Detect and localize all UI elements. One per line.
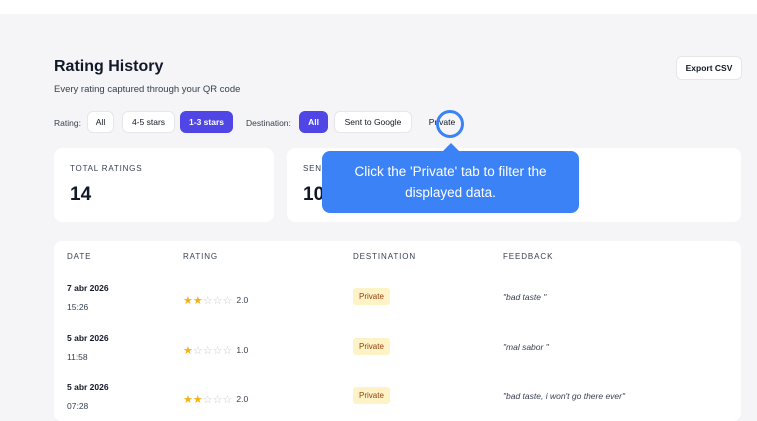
destination-filter-sent-to-google[interactable]: Sent to Google [334, 111, 412, 133]
stars: ★★☆☆☆ [183, 390, 232, 408]
export-csv-button[interactable]: Export CSV [676, 56, 742, 80]
table-row[interactable]: 7 abr 2026 15:26 ★★☆☆☆ 2.0 Private "bad … [54, 283, 741, 332]
page-subtitle: Every rating captured through your QR co… [54, 84, 241, 95]
star-rating: ★★☆☆☆ 2.0 [183, 291, 248, 309]
destination-badge: Private [353, 288, 390, 305]
destination-filter-all[interactable]: All [299, 111, 328, 133]
stars: ★★☆☆☆ [183, 291, 232, 309]
row-feedback: "bad taste, i won't go there ever" [503, 391, 626, 401]
stat-card-total-ratings: TOTAL RATINGS 14 [54, 148, 274, 222]
star-empty-icon: ☆ [202, 295, 213, 307]
page-title: Rating History [54, 58, 164, 75]
column-header-rating: RATING [183, 252, 219, 261]
star-empty-icon: ☆ [202, 345, 213, 357]
row-time: 15:26 [67, 302, 89, 312]
destination-badge: Private [353, 387, 390, 404]
star-empty-icon: ☆ [222, 394, 233, 406]
rating-value: 2.0 [236, 394, 249, 404]
star-empty-icon: ☆ [192, 345, 203, 357]
star-filled-icon: ★ [183, 345, 193, 357]
ratings-table: DATE RATING DESTINATION FEEDBACK 7 abr 2… [54, 241, 741, 421]
row-date: 5 abr 2026 [67, 333, 109, 343]
column-header-date: DATE [67, 252, 92, 261]
rating-value: 2.0 [236, 295, 249, 305]
star-filled-icon: ★ [192, 394, 203, 406]
top-bar [0, 0, 757, 14]
star-filled-icon: ★ [192, 295, 203, 307]
stat-value: 14 [70, 184, 92, 205]
stars: ★☆☆☆☆ [183, 341, 232, 359]
star-rating: ★★☆☆☆ 2.0 [183, 390, 248, 408]
row-time: 07:28 [67, 401, 89, 411]
row-date: 7 abr 2026 [67, 283, 109, 293]
table-row[interactable]: 5 abr 2026 11:58 ★☆☆☆☆ 1.0 Private "mal … [54, 333, 741, 382]
stat-value: 10 [303, 184, 325, 205]
column-header-destination: DESTINATION [353, 252, 417, 261]
rating-filter-4-5-stars[interactable]: 4-5 stars [122, 111, 175, 133]
rating-value: 1.0 [236, 345, 249, 355]
star-empty-icon: ☆ [212, 394, 223, 406]
star-empty-icon: ☆ [202, 394, 213, 406]
star-rating: ★☆☆☆☆ 1.0 [183, 341, 248, 359]
destination-badge: Private [353, 338, 390, 355]
tooltip-arrow [443, 143, 459, 151]
rating-filter-1-3-stars[interactable]: 1-3 stars [180, 111, 233, 133]
star-filled-icon: ★ [183, 295, 193, 307]
table-row[interactable]: 5 abr 2026 07:28 ★★☆☆☆ 2.0 Private "bad … [54, 382, 741, 421]
star-empty-icon: ☆ [222, 345, 233, 357]
star-filled-icon: ★ [183, 394, 193, 406]
star-empty-icon: ☆ [222, 295, 233, 307]
instruction-tooltip: Click the 'Private' tab to filter the di… [322, 151, 579, 213]
row-time: 11:58 [67, 352, 88, 362]
column-header-feedback: FEEDBACK [503, 252, 554, 261]
rating-filter-label: Rating: [54, 118, 81, 128]
highlight-ring [436, 110, 464, 138]
row-feedback: "mal sabor " [503, 342, 549, 352]
row-date: 5 abr 2026 [67, 382, 109, 392]
destination-filter-label: Destination: [246, 118, 291, 128]
row-feedback: "bad taste " [503, 292, 547, 302]
star-empty-icon: ☆ [212, 295, 223, 307]
star-empty-icon: ☆ [212, 345, 223, 357]
rating-filter-all[interactable]: All [87, 111, 114, 133]
stat-label: TOTAL RATINGS [70, 164, 143, 173]
